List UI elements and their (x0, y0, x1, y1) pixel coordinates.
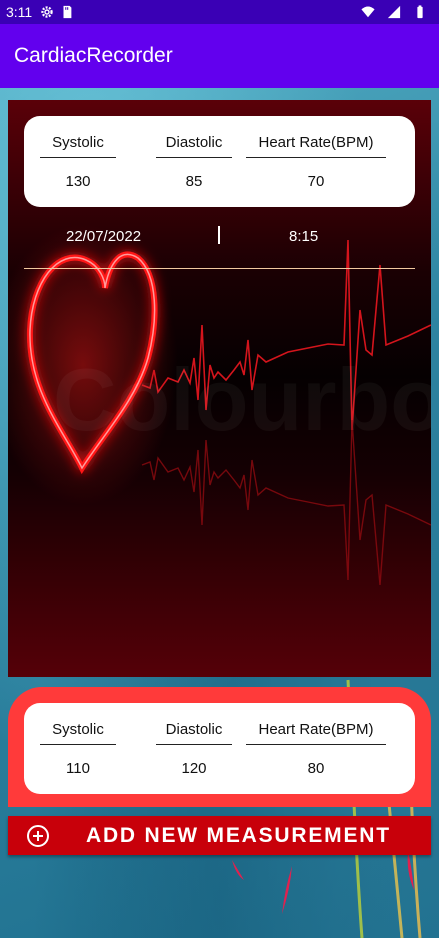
battery-icon (417, 5, 423, 19)
gear-icon (41, 6, 53, 18)
record-heart-rate-label: Heart Rate(BPM) (246, 721, 386, 745)
measurement-record-card[interactable]: Systolic 110 Diastolic 120 Heart Rate(BP… (8, 687, 431, 807)
sd-card-icon (63, 5, 72, 19)
date-time-row: 22/07/2022 8:15 (24, 226, 415, 250)
systolic-value: 130 (65, 173, 91, 190)
header-divider (24, 268, 415, 269)
record-diastolic-value: 120 (181, 760, 207, 777)
status-bar: 3:11 (0, 0, 439, 24)
heart-rate-label: Heart Rate(BPM) (246, 134, 386, 158)
systolic-label: Systolic (40, 134, 116, 158)
add-button-label: ADD NEW MEASUREMENT (86, 823, 391, 847)
record-systolic-value: 110 (66, 760, 90, 777)
add-new-measurement-button[interactable]: ADD NEW MEASUREMENT (8, 816, 431, 855)
latest-values-panel: Systolic 130 Diastolic 85 Heart Rate(BPM… (24, 116, 415, 207)
app-bar: CardiacRecorder (0, 24, 439, 88)
add-circle-icon (27, 824, 49, 847)
record-heart-rate-value: 80 (307, 760, 325, 777)
date-time-divider (218, 226, 220, 244)
record-values-panel: Systolic 110 Diastolic 120 Heart Rate(BP… (24, 703, 415, 794)
app-title: CardiacRecorder (14, 44, 173, 67)
diastolic-label: Diastolic (156, 134, 232, 158)
signal-icon (387, 5, 401, 19)
measurement-time: 8:15 (289, 228, 319, 245)
record-diastolic-label: Diastolic (156, 721, 232, 745)
record-systolic-label: Systolic (40, 721, 116, 745)
status-time: 3:11 (6, 4, 33, 20)
wifi-icon (361, 6, 375, 18)
diastolic-value: 85 (185, 173, 203, 190)
watermark-text: Colourbox (53, 350, 431, 449)
measurement-date: 22/07/2022 (66, 228, 142, 245)
latest-measurement-card[interactable]: Colourbox Systolic 130 Diastolic 85 Hear… (8, 100, 431, 677)
heart-rate-value: 70 (307, 173, 325, 190)
